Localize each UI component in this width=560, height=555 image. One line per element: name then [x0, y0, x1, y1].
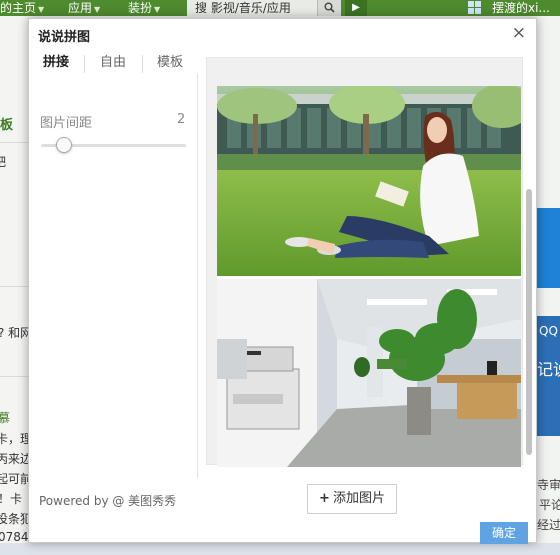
chevron-down-icon: ▼	[154, 5, 161, 14]
preview-scrollbar[interactable]	[525, 57, 533, 465]
chevron-down-icon: ▼	[94, 5, 101, 14]
chevron-down-icon: ▼	[38, 5, 45, 14]
background-text: 慕	[0, 411, 11, 425]
add-image-label: 添加图片	[332, 491, 385, 506]
background-text: 寺审村	[537, 478, 560, 492]
background-text: 经过	[537, 518, 560, 532]
background-text: 平论	[539, 498, 560, 512]
divider	[84, 55, 85, 73]
bottom-bar	[0, 543, 560, 555]
background-text: 板	[0, 118, 14, 133]
spacing-label: 图片间距	[40, 116, 93, 131]
spacing-slider-handle[interactable]	[56, 137, 72, 153]
divider	[0, 142, 28, 143]
background-text: 吧	[0, 155, 7, 169]
user-name[interactable]: 摆渡的xi...	[492, 0, 550, 16]
divider	[0, 286, 28, 287]
collage-photo-office[interactable]	[217, 279, 521, 467]
tab-template[interactable]: 模板	[157, 53, 183, 75]
tab-splice[interactable]: 拼接	[43, 53, 69, 75]
divider	[142, 55, 143, 73]
collage-canvas	[217, 86, 521, 467]
scrollbar-thumb[interactable]	[526, 189, 532, 455]
divider	[197, 73, 198, 478]
collage-preview	[206, 57, 523, 467]
add-image-button[interactable]: + 添加图片	[307, 484, 397, 514]
search-icon	[324, 2, 335, 13]
tab-free[interactable]: 自由	[100, 53, 126, 75]
background-text: 记说	[537, 360, 560, 379]
top-navigation-bar: 的主页 ▼ 应用 ▼ 装扮 ▼ 搜 影视/音乐/应用 ▶ 摆渡的xi...	[0, 0, 560, 16]
nav-apps[interactable]: 应用 ▼	[68, 0, 100, 16]
dialog-title: 说说拼图	[38, 30, 91, 45]
divider	[0, 376, 28, 377]
nav-decorate-label: 装扮	[128, 1, 153, 15]
puzzle-dialog: 说说拼图 × 拼接 自由 模板 图片间距 2 Powered by @ 美图秀秀…	[28, 18, 537, 544]
nav-home[interactable]: 的主页 ▼	[0, 0, 44, 16]
collage-photo-girl-on-lawn[interactable]	[217, 86, 521, 276]
search-button[interactable]	[317, 0, 341, 16]
background-text: 0784	[0, 530, 29, 544]
plus-icon: +	[319, 491, 330, 506]
windows-logo-icon	[468, 1, 482, 15]
spacing-value: 2	[177, 112, 186, 127]
background-left-column: 板 吧 ? 和网 慕 卡，理 丙来边 起可前 ！卡 投条犯 0784	[0, 16, 32, 555]
nav-home-label: 的主页	[0, 1, 37, 15]
search-input[interactable]: 搜 影视/音乐/应用	[187, 0, 317, 16]
background-text: ！卡	[0, 492, 23, 506]
play-icon: ▶	[352, 2, 360, 13]
background-right-column: QQ 记说 平论 寺审村 经过	[537, 16, 560, 555]
windows-banner	[537, 208, 560, 288]
close-icon[interactable]: ×	[512, 23, 526, 43]
qq-banner: QQ 记说	[537, 316, 560, 436]
powered-by-text: Powered by @ 美图秀秀	[39, 494, 177, 508]
play-button[interactable]: ▶	[345, 0, 367, 16]
nav-decorate[interactable]: 装扮 ▼	[128, 0, 160, 16]
background-text: QQ	[539, 324, 558, 338]
nav-apps-label: 应用	[68, 1, 93, 15]
confirm-button[interactable]: 确定	[480, 522, 528, 544]
